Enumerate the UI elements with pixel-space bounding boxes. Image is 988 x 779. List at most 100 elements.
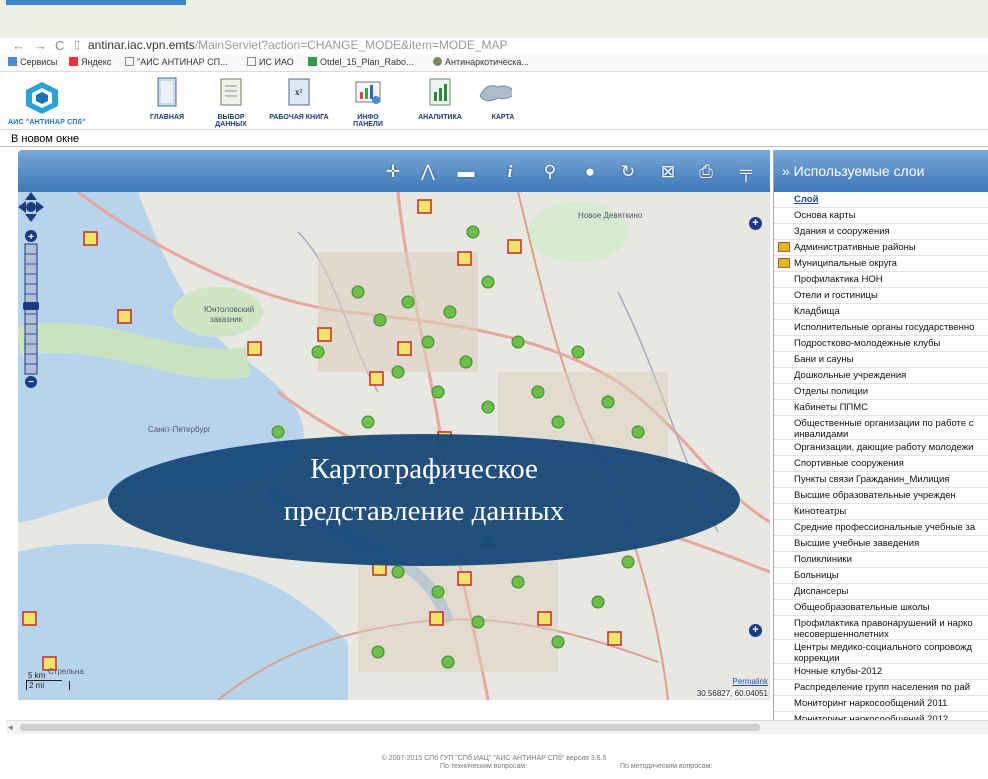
layer-item[interactable]: Пункты связи Гражданин_Милиция bbox=[774, 472, 988, 488]
bookmark-ais[interactable]: "АИС АНТИНАР СП... bbox=[125, 57, 228, 67]
nav-workbook[interactable]: x² РАБОЧАЯ КНИГА bbox=[269, 76, 329, 121]
layer-item[interactable]: Мониторинг наркосообщений 2012 bbox=[774, 712, 988, 720]
layer-item[interactable]: Центры медико-социального сопровожд корр… bbox=[774, 640, 988, 664]
map-marker[interactable] bbox=[311, 345, 325, 359]
layer-item[interactable]: Распределение групп населения по рай bbox=[774, 680, 988, 696]
ruler-icon[interactable]: ▬ bbox=[456, 162, 476, 182]
map-flag-marker[interactable] bbox=[247, 341, 262, 356]
map-flag-marker[interactable] bbox=[83, 231, 98, 246]
map-marker[interactable] bbox=[371, 645, 385, 659]
map-marker[interactable] bbox=[466, 225, 480, 239]
url-field[interactable]: antinar.iac.vpn.emts/MainServlet?action=… bbox=[88, 38, 508, 52]
layer-item[interactable]: Ночные клубы-2012 bbox=[774, 664, 988, 680]
nav-data-select[interactable]: ВЫБОР ДАННЫХ bbox=[203, 76, 259, 128]
layer-item[interactable]: Диспансеры bbox=[774, 584, 988, 600]
zoom-box-icon[interactable]: ⊠ bbox=[658, 162, 678, 182]
scrollbar-thumb[interactable] bbox=[20, 724, 760, 731]
new-window-link[interactable]: В новом окне bbox=[0, 133, 988, 147]
map-marker[interactable] bbox=[421, 335, 435, 349]
map-flag-marker[interactable] bbox=[369, 371, 384, 386]
nav-analytics[interactable]: АНАЛИТИКА bbox=[415, 76, 465, 121]
layers-column-title[interactable]: Слой bbox=[774, 192, 988, 208]
map-flag-marker[interactable] bbox=[397, 341, 412, 356]
map-flag-marker[interactable] bbox=[117, 309, 132, 324]
nav-map[interactable]: КАРТА bbox=[478, 76, 528, 121]
layer-item[interactable]: Исполнительные органы государственно bbox=[774, 320, 988, 336]
expand-bottom-icon[interactable]: + bbox=[749, 624, 762, 637]
permalink-link[interactable]: Permalink bbox=[732, 677, 768, 686]
layer-item[interactable]: Больницы bbox=[774, 568, 988, 584]
layer-item[interactable]: Поликлиники bbox=[774, 552, 988, 568]
map-marker[interactable] bbox=[481, 400, 495, 414]
map-flag-marker[interactable] bbox=[607, 631, 622, 646]
map-marker[interactable] bbox=[481, 275, 495, 289]
map-marker[interactable] bbox=[631, 425, 645, 439]
layer-item[interactable]: Основа карты bbox=[774, 208, 988, 224]
expand-top-icon[interactable]: + bbox=[749, 217, 762, 230]
reload-icon[interactable]: C bbox=[55, 38, 64, 53]
map-marker[interactable] bbox=[401, 295, 415, 309]
layer-item[interactable]: Отделы полиции bbox=[774, 384, 988, 400]
layer-item[interactable]: Средние профессиональные учебные за bbox=[774, 520, 988, 536]
layer-item[interactable]: Подростково-молодежные клубы bbox=[774, 336, 988, 352]
print-icon[interactable]: ⎙ bbox=[696, 162, 716, 182]
layer-item[interactable]: Дошкольные учреждения bbox=[774, 368, 988, 384]
map-flag-marker[interactable] bbox=[429, 611, 444, 626]
globe-icon[interactable]: ● bbox=[580, 162, 600, 182]
bookmark-is-iao[interactable]: ИС ИАО bbox=[247, 57, 294, 67]
map-marker[interactable] bbox=[459, 355, 473, 369]
layer-item[interactable]: Кладбища bbox=[774, 304, 988, 320]
settings-icon[interactable]: ╤ bbox=[736, 162, 756, 182]
pan-icon[interactable]: ✛ bbox=[383, 162, 403, 182]
layer-item[interactable]: Спортивные сооружения bbox=[774, 456, 988, 472]
layer-item[interactable]: Общеобразовательные школы bbox=[774, 600, 988, 616]
layer-item[interactable]: Высшие образовательные учрежден bbox=[774, 488, 988, 504]
map-marker[interactable] bbox=[431, 385, 445, 399]
map-marker[interactable] bbox=[373, 313, 387, 327]
map-marker[interactable] bbox=[591, 595, 605, 609]
layer-item[interactable]: Профилактика правонарушений и нарко несо… bbox=[774, 616, 988, 640]
layer-item[interactable]: Здания и сооружения bbox=[774, 224, 988, 240]
layer-item[interactable]: Кабинеты ППМС bbox=[774, 400, 988, 416]
layer-item[interactable]: Общественные организации по работе с инв… bbox=[774, 416, 988, 440]
map-flag-marker[interactable] bbox=[317, 327, 332, 342]
layer-item[interactable]: Профилактика НОН bbox=[774, 272, 988, 288]
bookmark-otdel[interactable]: Otdel_15_Plan_Rabo... bbox=[308, 57, 414, 67]
map-marker[interactable] bbox=[431, 585, 445, 599]
horizontal-scrollbar[interactable]: ◂ bbox=[6, 720, 988, 734]
zoom-slider-handle[interactable] bbox=[23, 302, 39, 310]
map-marker[interactable] bbox=[471, 615, 485, 629]
bookmark-services[interactable]: Сервисы bbox=[8, 57, 57, 67]
map-marker[interactable] bbox=[571, 345, 585, 359]
map-flag-marker[interactable] bbox=[457, 571, 472, 586]
layer-item[interactable]: Организации, дающие работу молодежи bbox=[774, 440, 988, 456]
map-flag-marker[interactable] bbox=[417, 199, 432, 214]
map-marker[interactable] bbox=[601, 395, 615, 409]
back-icon[interactable]: ← bbox=[12, 38, 25, 53]
map-marker[interactable] bbox=[621, 555, 635, 569]
map-flag-marker[interactable] bbox=[22, 611, 37, 626]
map-marker[interactable] bbox=[511, 575, 525, 589]
layer-item[interactable]: Административные районы bbox=[774, 240, 988, 256]
layer-item[interactable]: Кинотеатры bbox=[774, 504, 988, 520]
map-marker[interactable] bbox=[511, 335, 525, 349]
bookmark-yandex[interactable]: Яндекс bbox=[69, 57, 111, 67]
nav-info-panels[interactable]: ИНФО ПАНЕЛИ bbox=[342, 76, 394, 128]
map-marker[interactable] bbox=[551, 635, 565, 649]
map-flag-marker[interactable] bbox=[507, 239, 522, 254]
map-marker[interactable] bbox=[391, 365, 405, 379]
layer-item[interactable]: Высшие учебные заведения bbox=[774, 536, 988, 552]
map-marker[interactable] bbox=[443, 305, 457, 319]
map-flag-marker[interactable] bbox=[537, 611, 552, 626]
nav-main[interactable]: ГЛАВНАЯ bbox=[145, 76, 189, 121]
map-marker[interactable] bbox=[441, 655, 455, 669]
map-marker[interactable] bbox=[271, 425, 285, 439]
layer-item[interactable]: Муниципальные округа bbox=[774, 256, 988, 272]
map-marker[interactable] bbox=[531, 385, 545, 399]
search-icon[interactable]: ⚲ bbox=[540, 162, 560, 182]
info-icon[interactable]: i bbox=[500, 162, 520, 182]
bookmark-antinark[interactable]: Антинаркотическа... bbox=[433, 57, 529, 67]
scroll-left-icon[interactable]: ◂ bbox=[8, 722, 13, 733]
refresh-icon[interactable]: ↻ bbox=[618, 162, 638, 182]
forward-icon[interactable]: → bbox=[34, 38, 47, 53]
